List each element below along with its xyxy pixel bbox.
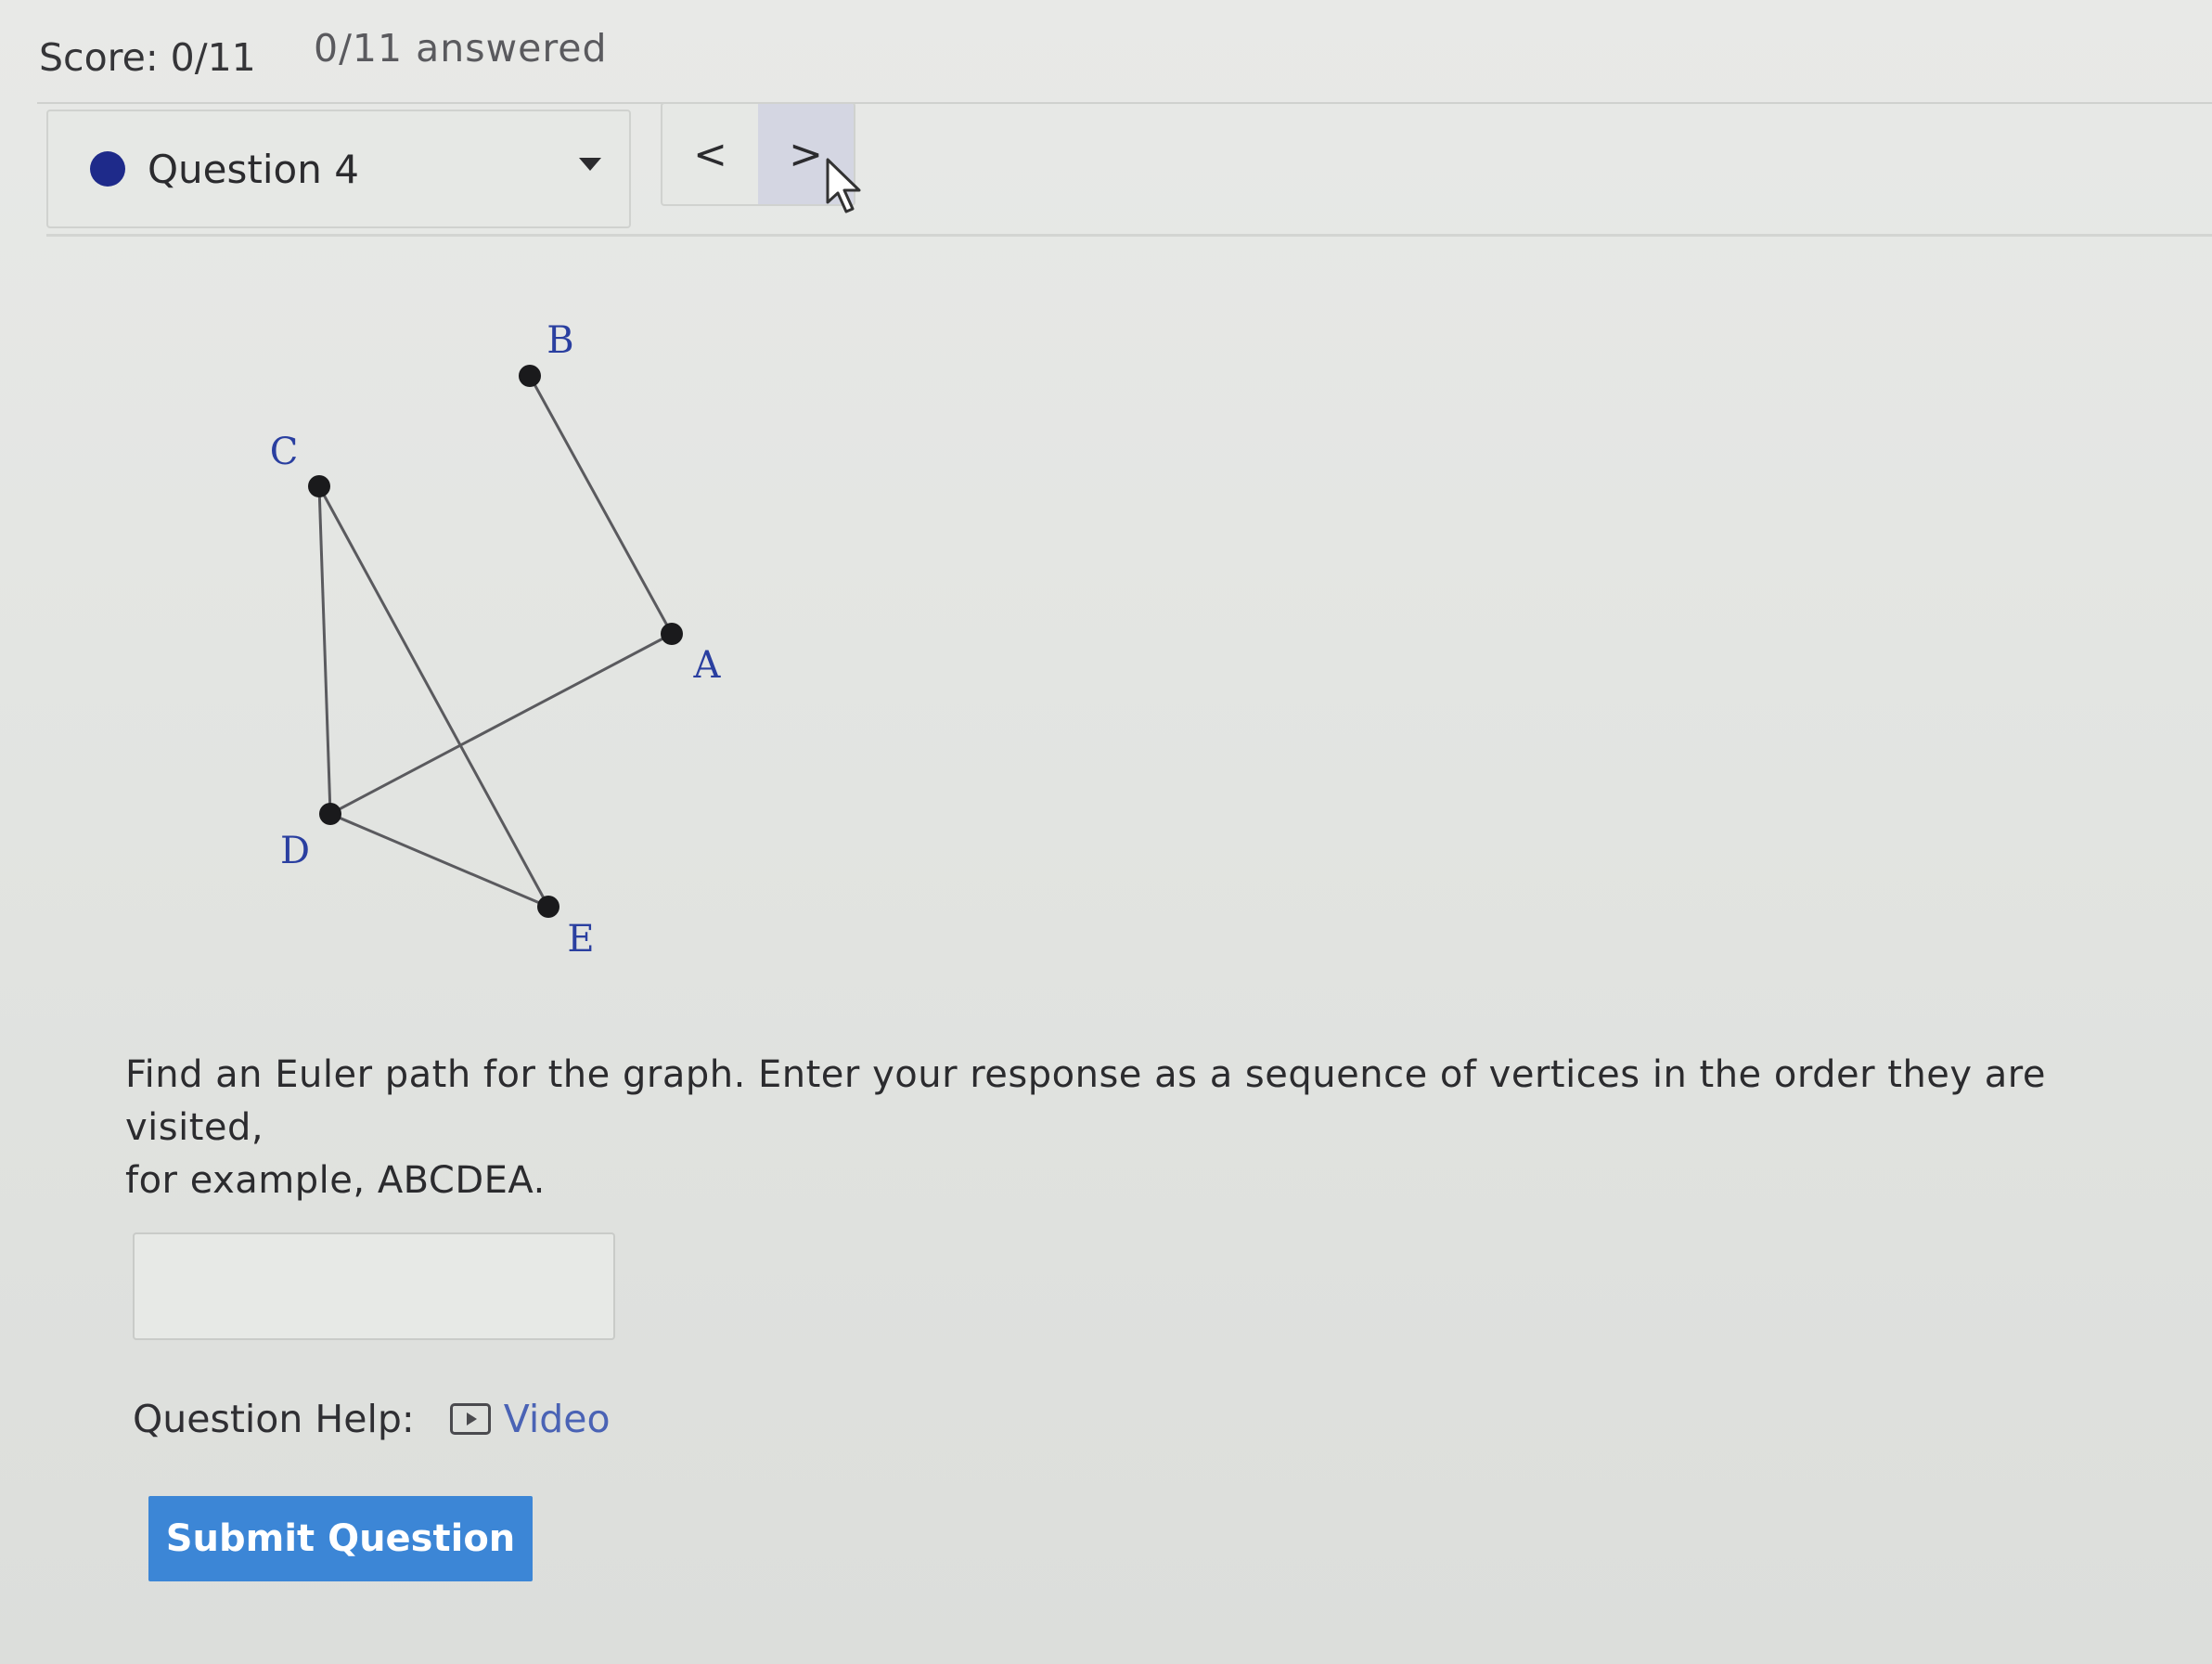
question-prompt: Find an Euler path for the graph. Enter … (125, 1049, 2185, 1207)
video-icon (449, 1403, 491, 1435)
vertex-D (319, 803, 341, 825)
vertex-label-E: E (567, 918, 594, 961)
video-help-link[interactable]: Video (449, 1397, 611, 1441)
edge-BA (528, 375, 674, 635)
vertex-label-A: A (693, 644, 722, 687)
vertex-B (519, 365, 541, 387)
prompt-line-2: for example, ABCDEA. (125, 1159, 546, 1202)
euler-graph: A B C D E (270, 319, 722, 961)
vertex-label-B: B (547, 319, 573, 362)
prompt-line-1: Find an Euler path for the graph. Enter … (125, 1053, 2046, 1149)
submit-question-button[interactable]: Submit Question (148, 1496, 533, 1581)
vertex-label-C: C (270, 431, 299, 473)
answer-input[interactable] (133, 1232, 615, 1340)
edge-CD (317, 485, 332, 815)
vertex-A (661, 623, 683, 645)
vertex-C (308, 475, 330, 497)
question-help-label: Question Help: (133, 1397, 415, 1441)
vertex-label-D: D (280, 830, 310, 872)
vertex-E (537, 896, 559, 918)
edge-AD (329, 632, 673, 816)
question-help: Question Help: Video (133, 1397, 611, 1441)
edge-DE (329, 812, 549, 909)
video-link-label: Video (503, 1397, 611, 1441)
edge-CE (317, 485, 550, 908)
